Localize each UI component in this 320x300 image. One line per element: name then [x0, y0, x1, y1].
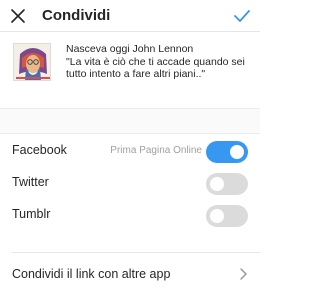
john-lennon-portrait-image	[14, 44, 50, 80]
share-row-tumblr: Tumblr	[0, 199, 260, 233]
post-caption: Nasceva oggi John Lennon "La vita è ciò …	[66, 43, 252, 81]
post-thumbnail	[13, 43, 51, 81]
share-row-twitter: Twitter	[0, 167, 260, 201]
close-button[interactable]	[6, 4, 30, 28]
section-divider	[0, 108, 260, 134]
post-preview: Nasceva oggi John Lennon "La vita è ciò …	[0, 33, 260, 105]
post-caption-text: Nasceva oggi John Lennon "La vita è ciò …	[66, 43, 245, 80]
list-divider	[12, 252, 260, 253]
confirm-button[interactable]	[230, 4, 254, 28]
share-link-other-apps[interactable]: Condividi il link con altre app	[0, 258, 260, 290]
close-icon	[11, 9, 25, 23]
tumblr-toggle[interactable]	[206, 205, 248, 227]
checkmark-icon	[234, 10, 250, 22]
toggle-knob	[230, 145, 244, 159]
facebook-toggle[interactable]	[206, 141, 248, 163]
page-title: Condividi	[42, 7, 111, 24]
toggle-knob	[210, 209, 224, 223]
twitter-toggle[interactable]	[206, 173, 248, 195]
share-label-tumblr: Tumblr	[12, 207, 51, 221]
share-label-facebook: Facebook	[12, 143, 67, 157]
share-label-twitter: Twitter	[12, 175, 49, 189]
facebook-account-name: Prima Pagina Online	[110, 145, 202, 156]
chevron-right-icon	[240, 268, 247, 280]
toggle-knob	[210, 177, 224, 191]
share-link-label: Condividi il link con altre app	[12, 267, 171, 281]
share-row-facebook: Facebook Prima Pagina Online	[0, 135, 260, 169]
top-bar: Condividi	[0, 0, 260, 32]
